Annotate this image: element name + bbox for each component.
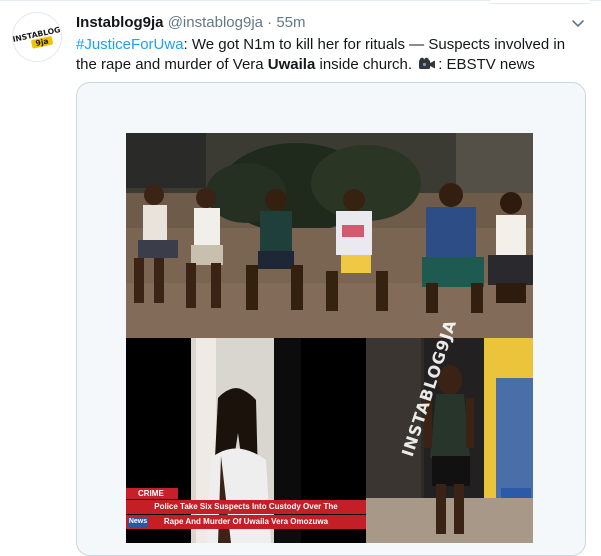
news-ticker: CRIME Police Take Six Suspects Into Cust… (126, 488, 366, 538)
video-camera-emoji-icon (418, 57, 436, 71)
tweet-header: Instablog9ja @instablog9ja · 55m (76, 12, 601, 34)
user-handle[interactable]: @instablog9ja (168, 14, 263, 31)
tweet-text-bold: Uwaila (267, 56, 316, 73)
tweet-text-part3: : EBSTV news (438, 56, 535, 73)
news-headline-line1: Police Take Six Suspects Into Custody Ov… (126, 500, 366, 514)
tweet-text: #JusticeForUwa: We got N1m to kill her f… (76, 35, 586, 75)
avatar[interactable]: INSTABLOG 9ja (12, 12, 62, 62)
tweet-text-part2: inside church. (315, 56, 417, 73)
separator-dot: · (267, 14, 273, 31)
news-tag: CRIME (126, 488, 178, 499)
hashtag-link[interactable]: #JusticeForUwa (76, 36, 184, 53)
news-headline-line2: Rape And Murder Of Uwaila Vera Omozuwa (126, 515, 366, 529)
timestamp[interactable]: 55m (276, 14, 305, 31)
suspects-photo (126, 133, 533, 338)
instablog-logo-icon: INSTABLOG 9ja (13, 13, 61, 61)
top-tab-edge (491, 0, 589, 4)
media-card[interactable]: INSTABLOG9JA CRIME Police Take Six Suspe… (76, 82, 586, 556)
chevron-down-icon[interactable] (567, 12, 589, 34)
display-name[interactable]: Instablog9ja (76, 14, 164, 31)
news-logo: News (128, 517, 148, 527)
media-image[interactable]: INSTABLOG9JA CRIME Police Take Six Suspe… (126, 133, 533, 543)
victim-standing-photo (366, 338, 533, 543)
